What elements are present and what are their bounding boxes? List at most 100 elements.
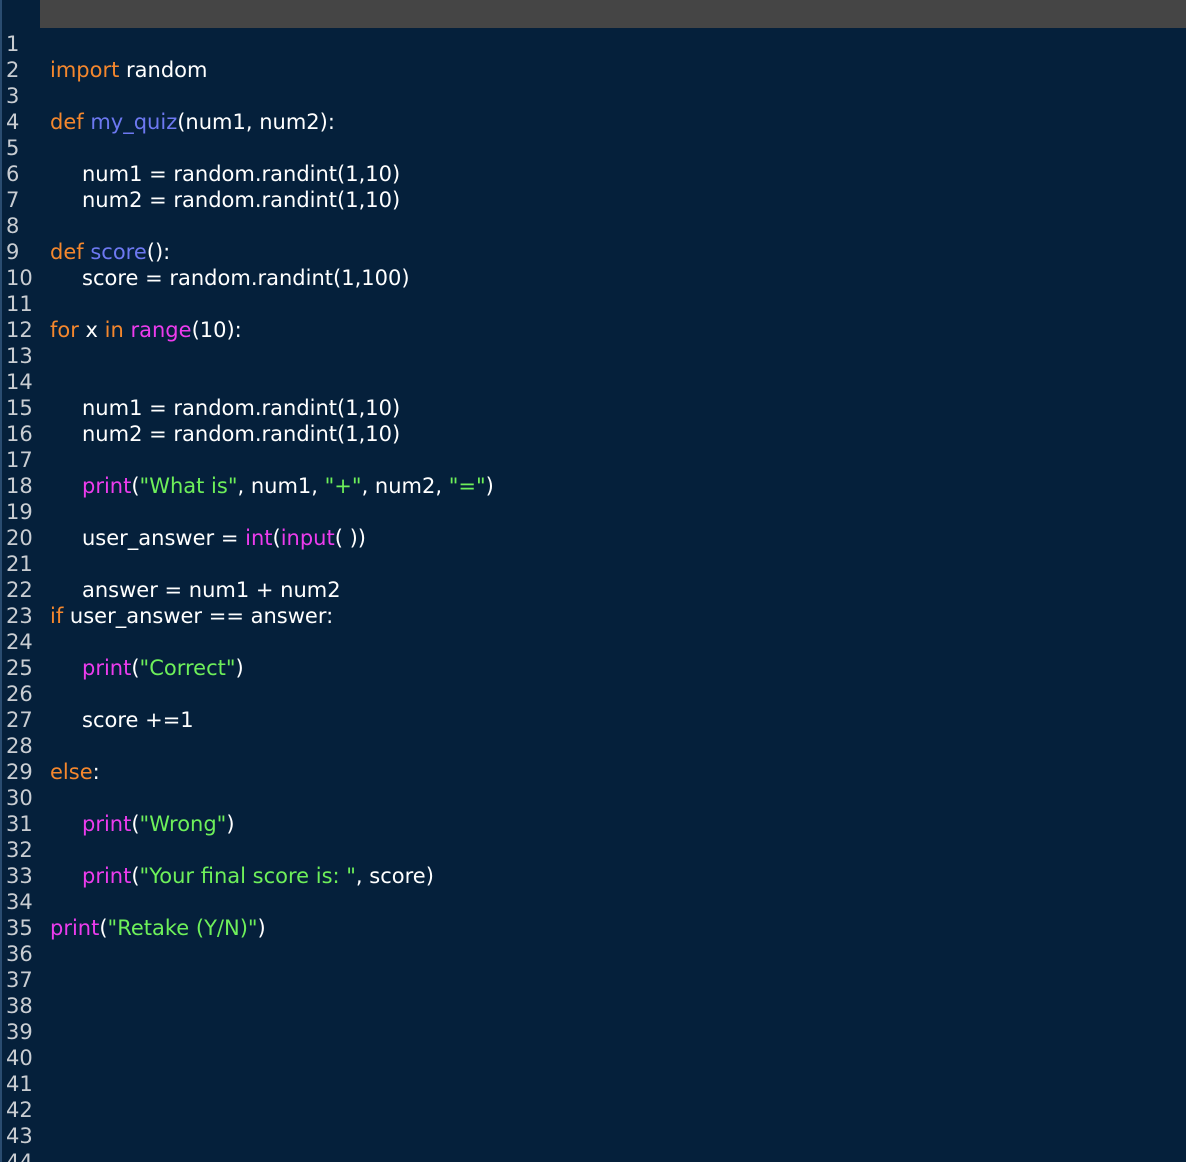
code-token: ( [131, 474, 140, 498]
line-number: 28 [6, 734, 33, 758]
line-number: 16 [6, 422, 33, 446]
line-number: 11 [6, 292, 33, 316]
line-numbers: 1 2 3 4 5 6 7 8 9 10 11 12 13 14 15 16 1… [6, 31, 36, 1162]
code-line[interactable] [50, 31, 1170, 57]
code-token: user_answer == answer: [63, 604, 334, 628]
builtin-token: print [82, 864, 132, 888]
line-number: 10 [6, 266, 33, 290]
code-token: score +=1 [82, 708, 194, 732]
code-token: ) [257, 916, 266, 940]
code-editor[interactable]: 1 2 3 4 5 6 7 8 9 10 11 12 13 14 15 16 1… [0, 0, 1186, 1162]
code-line[interactable]: for x in range(10): [50, 317, 1170, 343]
code-token: (10): [191, 318, 242, 342]
code-line[interactable]: if user_answer == answer: [50, 603, 1170, 629]
code-line[interactable] [50, 369, 1170, 395]
line-number: 2 [6, 58, 20, 82]
line-number: 9 [6, 240, 20, 264]
code-token: x [78, 318, 105, 342]
code-line[interactable] [50, 889, 1170, 915]
code-token: , score) [355, 864, 434, 888]
code-token: ( [99, 916, 108, 940]
code-token: (num1, num2): [177, 110, 335, 134]
code-token: score = random.randint(1,100) [82, 266, 410, 290]
code-line[interactable]: print("What is", num1, "+", num2, "=") [50, 473, 1170, 499]
builtin-token: print [50, 916, 100, 940]
code-line[interactable] [50, 83, 1170, 109]
code-token: random [119, 58, 208, 82]
builtin-token: range [130, 318, 192, 342]
code-token: num1 = random.randint(1,10) [82, 162, 401, 186]
code-line[interactable]: print("Your final score is: ", score) [50, 863, 1170, 889]
code-line[interactable] [50, 213, 1170, 239]
code-line[interactable] [50, 551, 1170, 577]
line-number: 39 [6, 1020, 33, 1044]
code-line[interactable]: score = random.randint(1,100) [50, 265, 1170, 291]
code-line[interactable]: num2 = random.randint(1,10) [50, 421, 1170, 447]
code-line[interactable] [50, 291, 1170, 317]
line-number: 41 [6, 1072, 33, 1096]
code-area[interactable]: import random def my_quiz(num1, num2): n… [50, 31, 1170, 941]
line-number: 37 [6, 968, 33, 992]
code-token: num1 = random.randint(1,10) [82, 396, 401, 420]
line-number: 26 [6, 682, 33, 706]
code-line[interactable]: import random [50, 57, 1170, 83]
line-number: 25 [6, 656, 33, 680]
line-number: 1 [6, 32, 20, 56]
code-line[interactable]: print("Wrong") [50, 811, 1170, 837]
code-token: user_answer = [82, 526, 246, 550]
code-line[interactable] [50, 447, 1170, 473]
code-token: ( [272, 526, 281, 550]
code-token: answer = num1 + num2 [82, 578, 341, 602]
code-line[interactable]: print("Correct") [50, 655, 1170, 681]
code-line[interactable]: answer = num1 + num2 [50, 577, 1170, 603]
line-number: 33 [6, 864, 33, 888]
code-line[interactable] [50, 499, 1170, 525]
line-number: 5 [6, 136, 20, 160]
string-token: "=" [448, 474, 486, 498]
code-line[interactable]: num1 = random.randint(1,10) [50, 395, 1170, 421]
line-number: 4 [6, 110, 20, 134]
code-line[interactable] [50, 733, 1170, 759]
code-line[interactable] [50, 629, 1170, 655]
code-line[interactable] [50, 785, 1170, 811]
code-line[interactable]: else: [50, 759, 1170, 785]
code-line[interactable]: user_answer = int(input( )) [50, 525, 1170, 551]
code-line[interactable]: print("Retake (Y/N)") [50, 915, 1170, 941]
line-number: 15 [6, 396, 33, 420]
line-number: 22 [6, 578, 33, 602]
keyword-token: for [50, 318, 79, 342]
line-number: 24 [6, 630, 33, 654]
keyword-token: import [50, 58, 120, 82]
line-number: 23 [6, 604, 33, 628]
code-line[interactable] [50, 837, 1170, 863]
code-line[interactable] [50, 343, 1170, 369]
keyword-token: def [50, 240, 84, 264]
code-token: (): [146, 240, 171, 264]
string-token: "Wrong" [139, 812, 227, 836]
string-token: "Retake (Y/N)" [107, 916, 258, 940]
code-token: num2 = random.randint(1,10) [82, 188, 401, 212]
string-token: "+" [324, 474, 362, 498]
line-number: 14 [6, 370, 33, 394]
code-line[interactable] [50, 681, 1170, 707]
code-line[interactable] [50, 135, 1170, 161]
line-number: 12 [6, 318, 33, 342]
code-token: ( [131, 656, 140, 680]
code-line[interactable]: def my_quiz(num1, num2): [50, 109, 1170, 135]
line-number: 13 [6, 344, 33, 368]
line-number: 21 [6, 552, 33, 576]
code-line[interactable]: def score(): [50, 239, 1170, 265]
line-number: 42 [6, 1098, 33, 1122]
function-name-token: score [90, 240, 147, 264]
function-name-token: my_quiz [90, 110, 178, 134]
gutter-edge [0, 0, 2, 1162]
line-number: 40 [6, 1046, 33, 1070]
builtin-token: print [82, 474, 132, 498]
code-line[interactable]: num2 = random.randint(1,10) [50, 187, 1170, 213]
line-number: 44 [6, 1150, 33, 1162]
code-token: ) [235, 656, 244, 680]
code-line[interactable]: num1 = random.randint(1,10) [50, 161, 1170, 187]
code-line[interactable]: score +=1 [50, 707, 1170, 733]
editor-top-bar [40, 0, 1186, 28]
